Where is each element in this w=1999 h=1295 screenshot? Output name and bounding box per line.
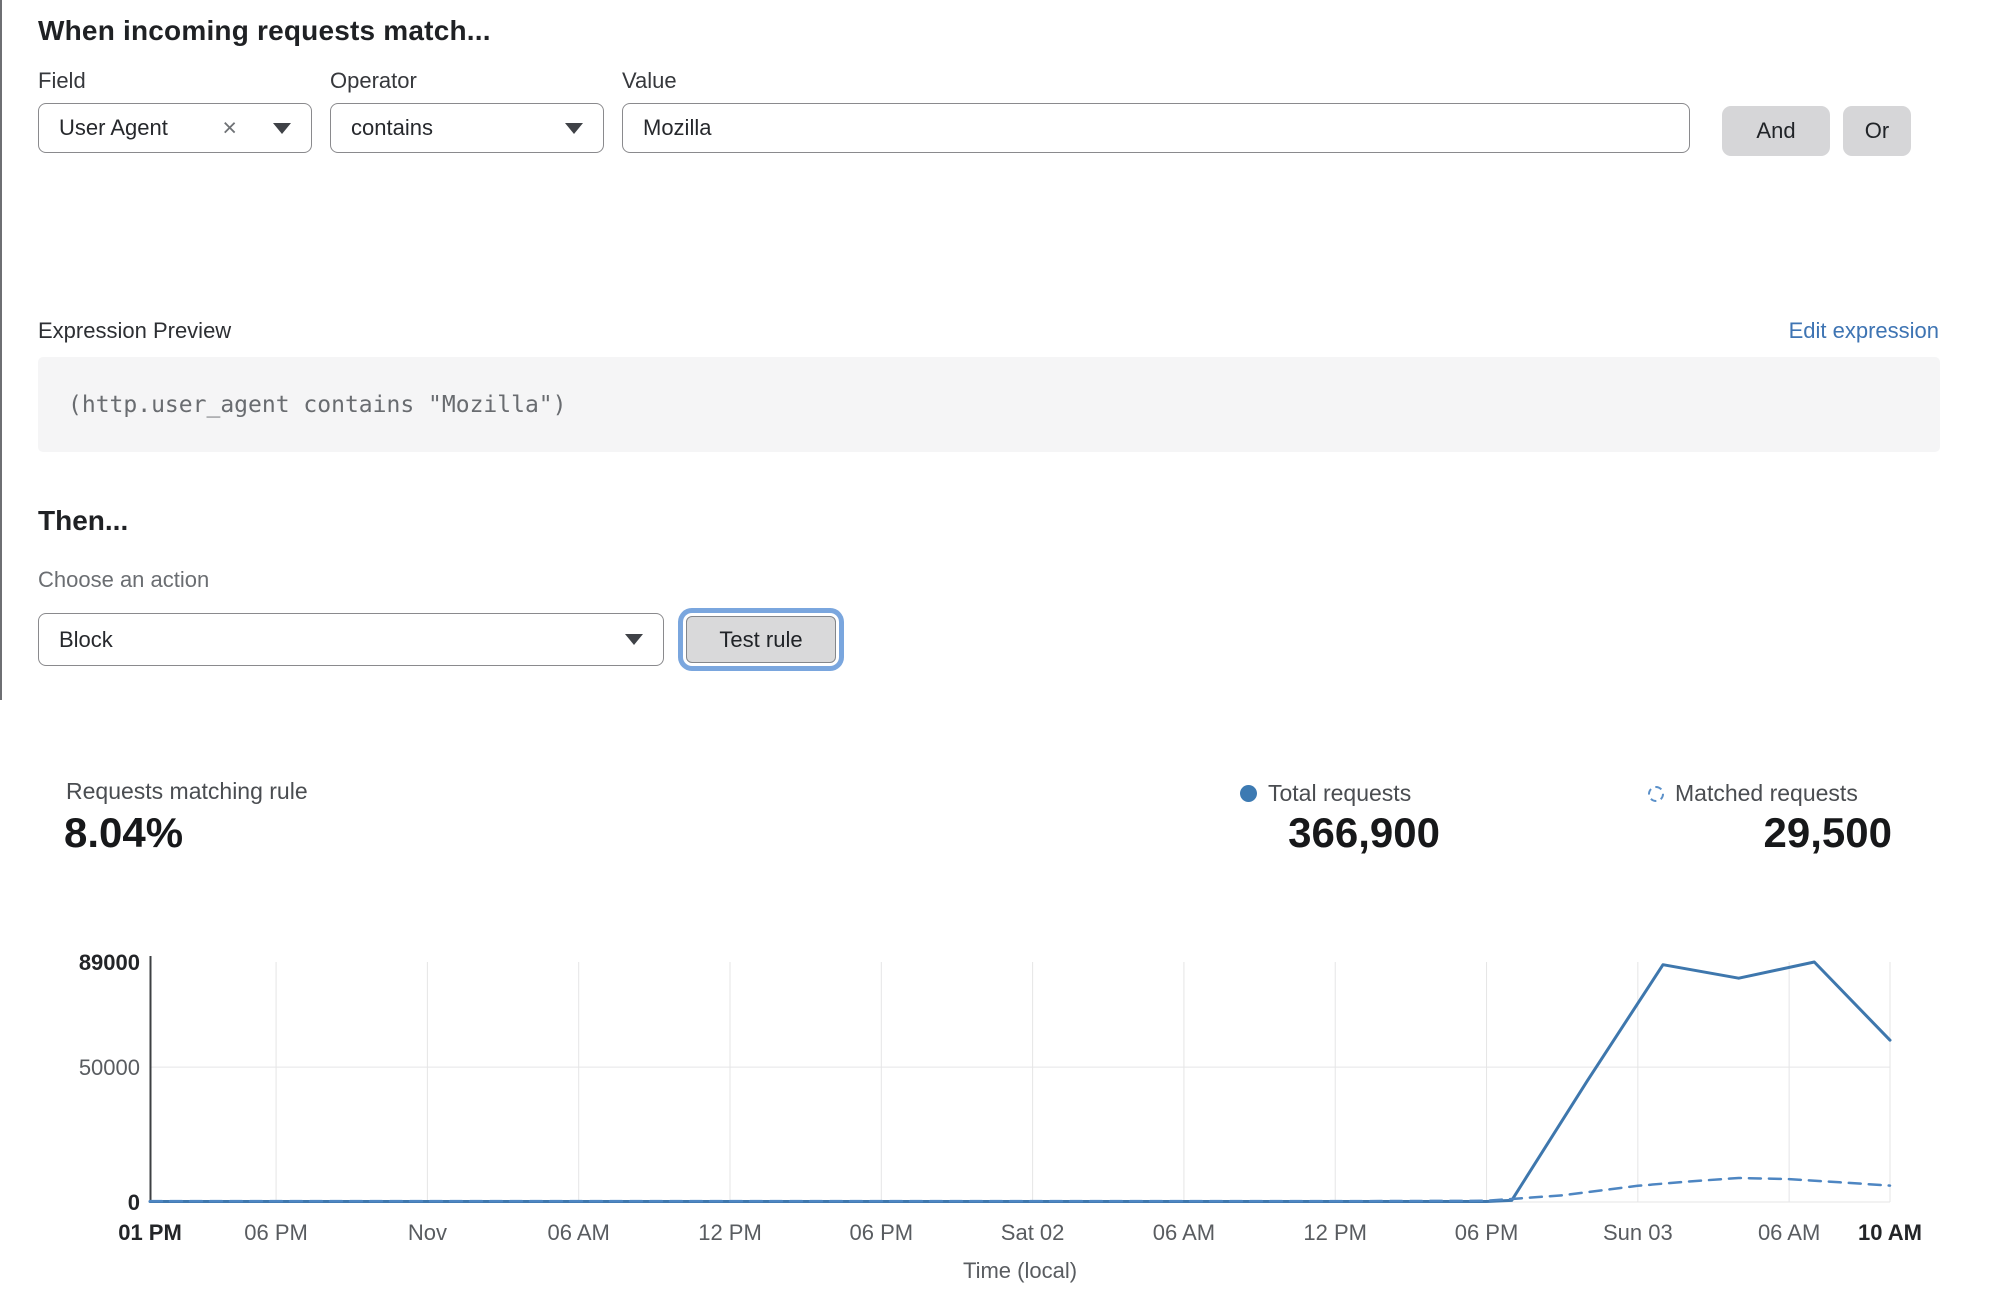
x-tick-label: 06 PM — [244, 1220, 308, 1245]
x-tick-label: Sat 02 — [1001, 1220, 1065, 1245]
x-tick-label: 06 PM — [1455, 1220, 1519, 1245]
y-tick-label: 89000 — [79, 950, 140, 975]
x-tick-label: Nov — [408, 1220, 447, 1245]
total-requests-line — [150, 962, 1890, 1202]
x-tick-label: 01 PM — [118, 1220, 182, 1245]
x-tick-label: 12 PM — [1303, 1220, 1367, 1245]
x-tick-label: 06 PM — [850, 1220, 914, 1245]
x-tick-label: 06 AM — [548, 1220, 610, 1245]
x-tick-label: 10 AM — [1858, 1220, 1922, 1245]
x-tick-label: 12 PM — [698, 1220, 762, 1245]
x-tick-label: Sun 03 — [1603, 1220, 1673, 1245]
x-tick-label: 06 AM — [1153, 1220, 1215, 1245]
matched-requests-line — [150, 1178, 1890, 1201]
y-tick-label: 0 — [128, 1190, 140, 1215]
y-tick-label: 50000 — [79, 1055, 140, 1080]
x-axis-title: Time (local) — [963, 1258, 1077, 1283]
x-tick-label: 06 AM — [1758, 1220, 1820, 1245]
requests-line-chart: 89000 50000 0 01 PM 06 PM Nov 06 AM 12 PM 06 PM S… — [0, 0, 1999, 1295]
